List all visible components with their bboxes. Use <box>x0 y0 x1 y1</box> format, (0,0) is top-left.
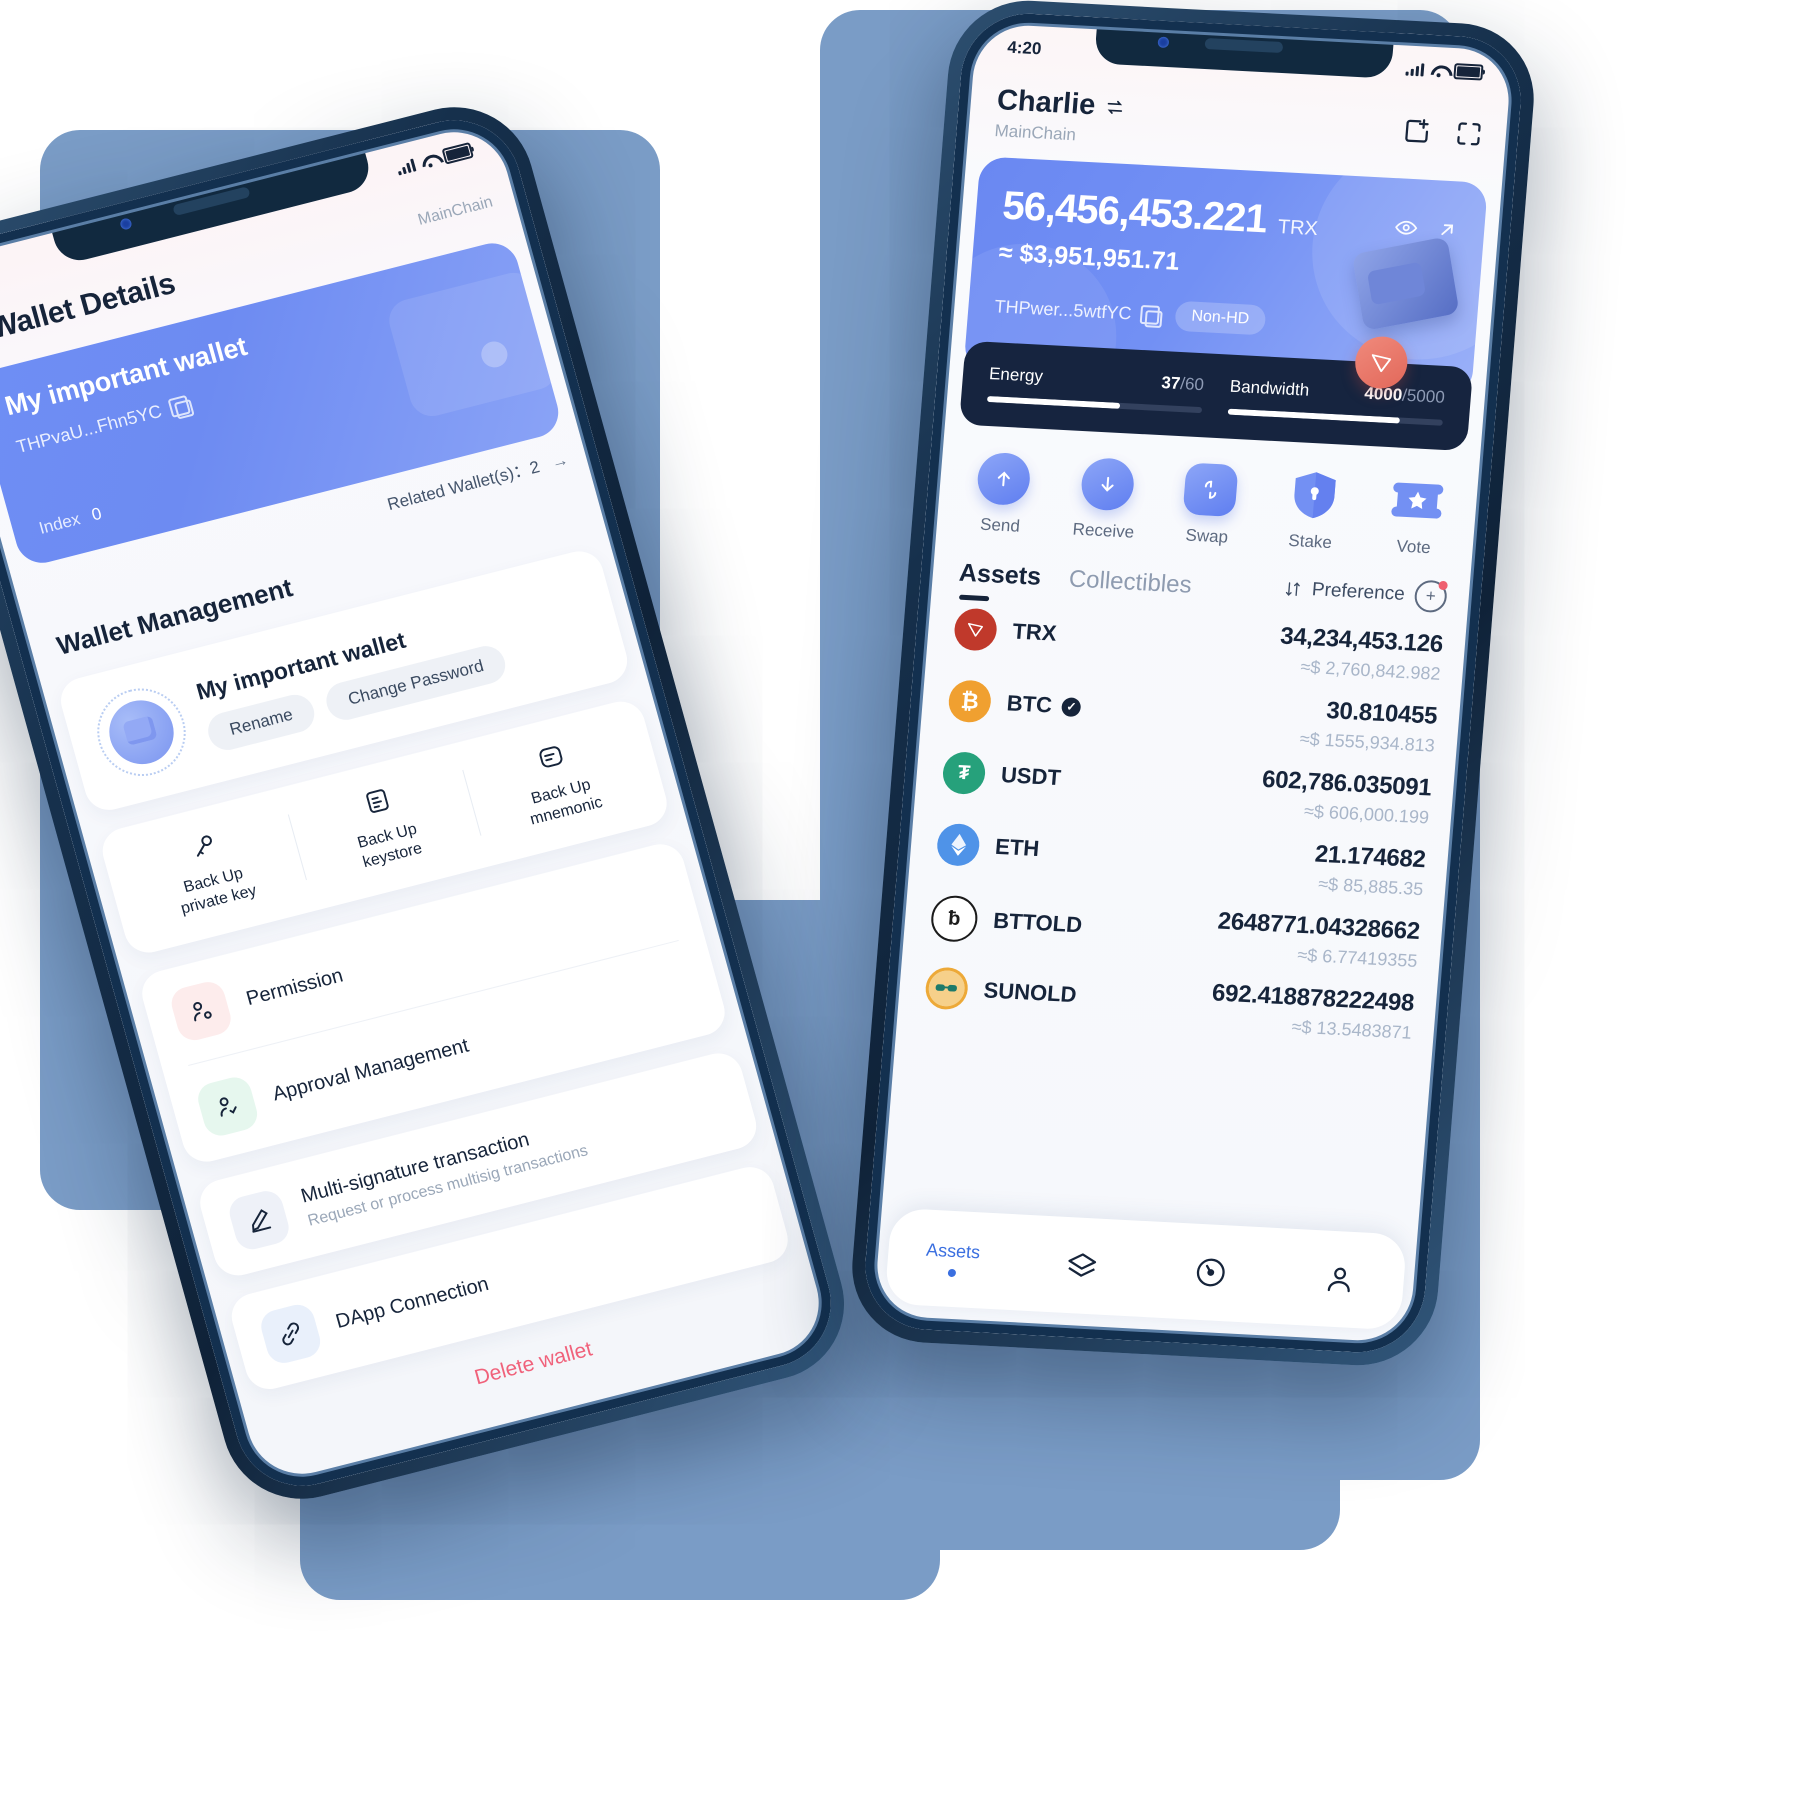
tab-profile-nav[interactable] <box>1273 1259 1405 1300</box>
arrow-right-icon: → <box>548 449 571 473</box>
copy-icon[interactable] <box>167 394 192 418</box>
preference-label: Preference <box>1311 579 1406 605</box>
asset-symbol: SUNOLD <box>982 977 1078 1008</box>
link-chain-icon <box>257 1301 325 1367</box>
ticket-star-icon <box>1389 473 1445 528</box>
battery-icon <box>441 142 474 165</box>
action-send[interactable]: Send <box>962 451 1043 538</box>
shield-lock-icon <box>1286 468 1342 523</box>
asset-amount: 2648771.04328662 <box>1216 907 1421 946</box>
tab-explore-nav[interactable] <box>1144 1252 1276 1293</box>
asset-amount: 30.810455 <box>1325 697 1439 730</box>
permission-user-icon <box>167 978 235 1044</box>
tab-layers-nav[interactable] <box>1016 1245 1148 1286</box>
balance-currency: TRX <box>1277 216 1319 241</box>
pencil-icon <box>225 1187 293 1253</box>
arrow-down-icon <box>1079 457 1136 512</box>
approval-user-check-icon <box>194 1073 262 1140</box>
action-receive[interactable]: Receive <box>1066 456 1147 543</box>
action-label: Vote <box>1395 536 1432 558</box>
resource-label: Energy <box>988 364 1044 386</box>
backup-keystore-button[interactable]: Back Up keystore <box>286 763 482 888</box>
tab-assets[interactable]: Assets <box>958 559 1042 592</box>
wifi-icon <box>420 153 439 169</box>
layers-tab-icon <box>1067 1253 1096 1277</box>
eye-icon[interactable] <box>1393 215 1419 240</box>
tab-assets-nav[interactable]: Assets <box>887 1238 1019 1281</box>
backup-mnemonic-button[interactable]: Back Up mnemonic <box>460 718 656 843</box>
chain-label: MainChain <box>993 121 1077 145</box>
asset-usd: ≈$ 13.5483871 <box>1290 1016 1413 1043</box>
switch-account-icon[interactable] <box>1104 96 1126 117</box>
verified-badge-icon: ✓ <box>1061 696 1082 717</box>
resource-bandwidth[interactable]: Bandwidth 4000/5000 <box>1227 376 1446 426</box>
action-vote[interactable]: Vote <box>1376 473 1457 560</box>
ethereum-coin-icon <box>935 822 981 867</box>
battery-icon <box>1453 63 1484 81</box>
asset-amount: 602,786.035091 <box>1261 765 1433 802</box>
tab-label: Assets <box>925 1239 981 1263</box>
scan-qr-icon[interactable] <box>1453 118 1485 149</box>
resource-total: /60 <box>1179 374 1205 395</box>
explore-tab-icon <box>1196 1258 1225 1287</box>
balance-amount: 56,456,453.221 <box>1000 183 1269 242</box>
action-swap[interactable]: Swap <box>1169 462 1250 549</box>
wifi-icon <box>1430 64 1447 77</box>
action-label: Swap <box>1184 525 1229 547</box>
account-name: Charlie <box>995 84 1097 122</box>
action-label: Receive <box>1071 519 1135 542</box>
menu-label: Permission <box>243 963 346 1010</box>
index-label: Index <box>36 509 83 538</box>
status-time: 4:20 <box>1006 37 1043 59</box>
action-stake[interactable]: Stake <box>1272 467 1353 554</box>
add-token-icon[interactable]: + <box>1413 579 1448 614</box>
menu-label: DApp Connection <box>333 1272 492 1333</box>
index-value: 0 <box>89 503 104 525</box>
asset-symbol: USDT <box>1000 762 1062 791</box>
sort-arrows-icon <box>1285 582 1300 596</box>
resource-total: /5000 <box>1401 385 1446 407</box>
asset-symbol: ETH <box>994 833 1041 862</box>
signal-bars-icon <box>1405 62 1425 76</box>
hd-badge: Non-HD <box>1174 300 1267 336</box>
asset-amount: 34,234,453.126 <box>1279 622 1444 659</box>
asset-amount: 692.418878222498 <box>1211 979 1416 1017</box>
asset-list: TRX 34,234,453.126 ≈$ 2,760,842.982 ₿ BT… <box>885 586 1479 1046</box>
sun-coin-icon <box>924 966 970 1011</box>
bittorrent-coin-icon: ƀ <box>929 894 980 943</box>
menu-label: Approval Management <box>270 1034 472 1105</box>
wallet-avatar-icon <box>87 678 196 786</box>
resource-used: 37 <box>1160 373 1182 394</box>
action-label: Send <box>979 514 1021 536</box>
tron-coin-icon <box>952 607 999 652</box>
add-wallet-icon[interactable] <box>1401 115 1433 146</box>
account-switcher[interactable]: Charlie <box>996 84 1127 124</box>
action-label: Stake <box>1287 530 1333 553</box>
scene: 4:20 ‹ Wallet Details MainChain My impor… <box>0 0 1800 1800</box>
swap-icon <box>1182 462 1239 518</box>
chain-label: MainChain <box>416 193 495 229</box>
active-dot-icon <box>947 1268 956 1278</box>
phone-wallet-details: 4:20 ‹ Wallet Details MainChain My impor… <box>0 90 863 1516</box>
copy-icon[interactable] <box>1139 304 1161 325</box>
signal-bars-icon <box>395 158 417 176</box>
profile-tab-icon <box>1327 1267 1350 1293</box>
tether-coin-icon: ₮ <box>941 751 987 796</box>
asset-symbol: BTTOLD <box>992 907 1084 938</box>
backup-private-key-button[interactable]: Back Up private key <box>112 807 308 932</box>
asset-amount: 21.174682 <box>1313 840 1427 874</box>
bottom-tab-bar: Assets <box>884 1207 1408 1331</box>
asset-symbol: TRX <box>1011 618 1058 646</box>
resource-label: Bandwidth <box>1229 376 1311 400</box>
arrow-up-icon <box>975 451 1032 507</box>
asset-symbol: BTC <box>1005 690 1053 718</box>
bitcoin-coin-icon: ₿ <box>947 679 993 724</box>
phone-wallet-home: 4:20 Charlie MainChain 56,456,453.221 TR… <box>846 0 1540 1370</box>
resource-energy[interactable]: Energy 37/60 <box>986 364 1205 414</box>
